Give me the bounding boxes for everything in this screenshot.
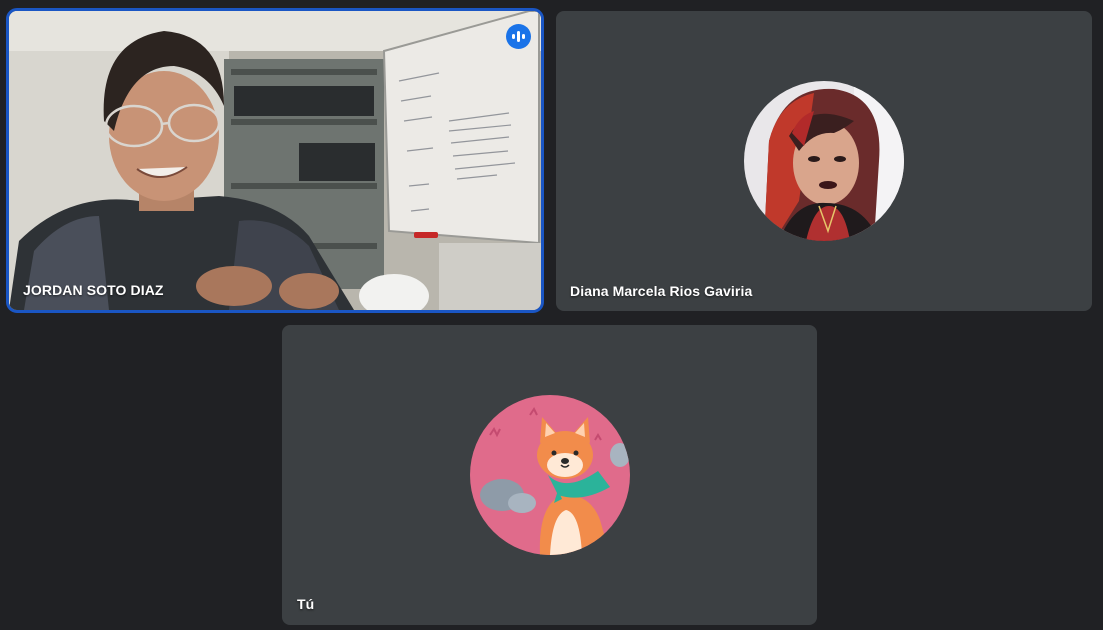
participant-tile-diana[interactable]: Diana Marcela Rios Gaviria (556, 11, 1092, 311)
audio-level-icon (506, 24, 531, 49)
participant-avatar (470, 395, 630, 555)
participant-avatar (744, 81, 904, 241)
participant-name: JORDAN SOTO DIAZ (23, 282, 164, 298)
meeting-grid: JORDAN SOTO DIAZ Diana Marcela Rios Gavi… (0, 0, 1103, 630)
participant-tile-self[interactable]: Tú (282, 325, 817, 625)
participant-video (9, 11, 541, 310)
participant-tile-jordan[interactable]: JORDAN SOTO DIAZ (6, 8, 544, 313)
participant-name: Diana Marcela Rios Gaviria (570, 283, 753, 299)
participant-name: Tú (297, 596, 315, 612)
